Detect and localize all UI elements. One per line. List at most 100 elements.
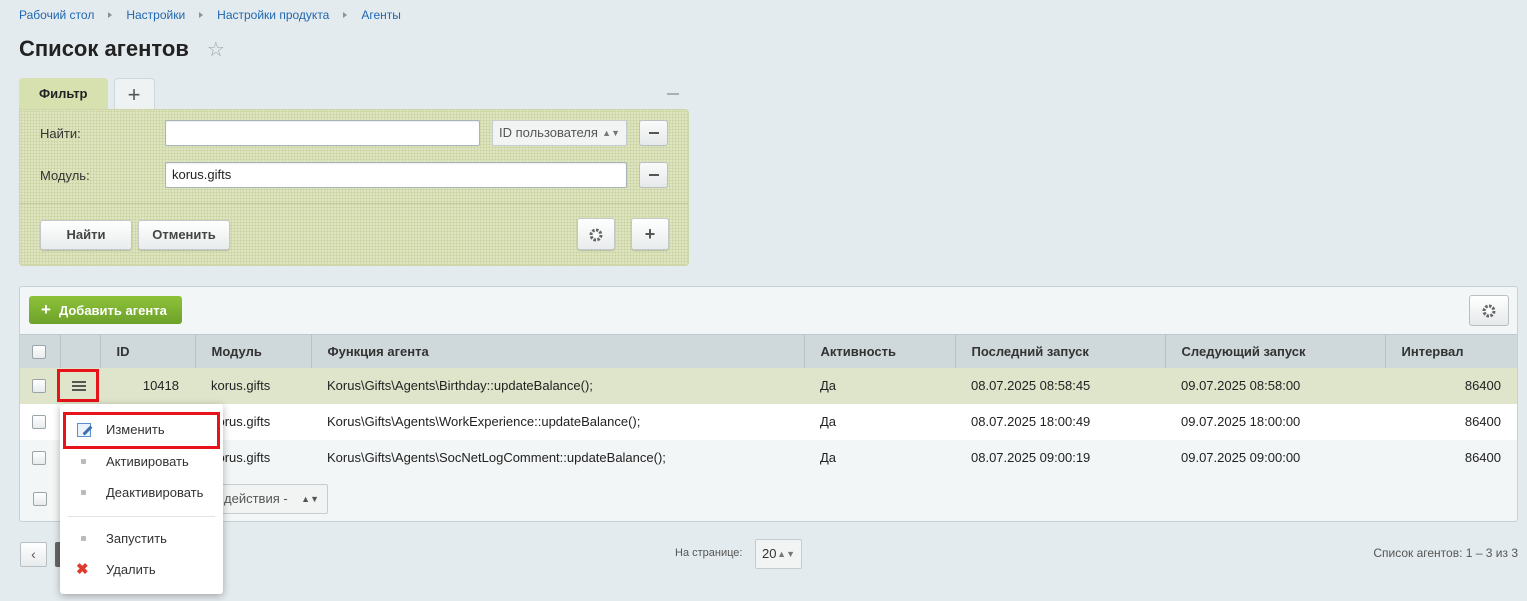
menu-item-deactivate[interactable]: Деактивировать [60,477,223,508]
agents-grid: + Добавить агента ID Модуль Функция агент… [19,286,1518,522]
breadcrumb-item[interactable]: Настройки [126,8,185,22]
row-checkbox[interactable] [32,415,46,430]
page-title-wrap: Список агентов ☆ [19,36,225,62]
menu-item-label: Удалить [106,562,156,577]
cancel-button[interactable]: Отменить [138,220,230,250]
column-header-id[interactable]: ID [100,334,196,368]
per-page-select[interactable]: 20 ▲▼ [755,539,802,569]
select-all-cell [20,334,61,368]
tab-filter[interactable]: Фильтр [19,78,108,109]
find-button[interactable]: Найти [40,220,132,250]
row-checkbox[interactable] [32,451,46,466]
menu-item-run[interactable]: Запустить [60,523,223,554]
table-row[interactable]: korus.gifts Korus\Gifts\Agents\SocNetLog… [20,439,1517,476]
breadcrumb-item[interactable]: Агенты [361,8,401,22]
column-header-function[interactable]: Функция агента [311,334,805,368]
star-icon[interactable]: ☆ [207,37,225,62]
add-agent-label: Добавить агента [58,303,167,318]
plus-icon: + [644,224,656,244]
cell-activity: Да [804,403,955,440]
column-header-last-run[interactable]: Последний запуск [955,334,1166,368]
plus-icon: + [41,300,51,319]
cell-function: Korus\Gifts\Agents\Birthday::updateBalan… [311,367,804,404]
menu-item-label: Запустить [106,531,167,546]
highlight-menu-button [57,369,99,402]
row-checkbox-cell [20,403,60,440]
page-title: Список агентов [19,36,189,61]
cell-module: korus.gifts [195,367,311,404]
find-input[interactable] [165,120,480,146]
grid-settings-button[interactable] [1469,295,1509,326]
cell-last-run: 08.07.2025 18:00:49 [955,403,1165,440]
select-arrow-icon: ▲▼ [777,549,795,559]
remove-module-field-button[interactable] [639,162,668,188]
table-header: ID Модуль Функция агента Активность Посл… [20,334,1517,368]
highlight-edit-item [63,412,220,449]
cell-next-run: 09.07.2025 18:00:00 [1165,403,1385,440]
find-label: Найти: [40,126,81,141]
plus-icon: + [127,82,141,107]
cell-function: Korus\Gifts\Agents\SocNetLogComment::upd… [311,439,804,476]
column-header-module[interactable]: Модуль [195,334,312,368]
bottom-select-all-checkbox[interactable] [33,492,47,506]
table-row[interactable]: korus.gifts Korus\Gifts\Agents\WorkExper… [20,403,1517,440]
breadcrumb-item[interactable]: Рабочий стол [19,8,94,22]
bullet-icon [81,490,86,495]
menu-item-delete[interactable]: ✖ Удалить [60,554,223,585]
bullet-icon [81,536,86,541]
chevron-right-icon [108,12,113,18]
chevron-right-icon [343,12,348,18]
prev-page-button[interactable]: ‹ [20,542,47,567]
menu-item-label: Активировать [106,454,189,469]
remove-find-field-button[interactable] [639,120,668,146]
filter-divider [20,203,688,204]
cell-next-run: 09.07.2025 08:58:00 [1165,367,1385,404]
column-header-activity[interactable]: Активность [804,334,956,368]
row-checkbox[interactable] [32,379,46,394]
module-input[interactable]: korus.gifts [165,162,627,188]
menu-divider [68,516,215,517]
cell-interval: 86400 [1385,403,1517,440]
cell-last-run: 08.07.2025 09:00:19 [955,439,1165,476]
chevron-right-icon [199,12,204,18]
collapse-filter-icon[interactable] [667,93,679,95]
cell-next-run: 09.07.2025 09:00:00 [1165,439,1385,476]
menu-item-label: Деактивировать [106,485,204,500]
chevron-left-icon: ‹ [31,546,36,562]
actions-header [60,334,101,368]
per-page-label: На странице: [675,547,743,559]
select-arrow-icon: ▲▼ [301,494,319,504]
total-count: Список агентов: 1 – 3 из 3 [1373,546,1518,560]
cell-function: Korus\Gifts\Agents\WorkExperience::updat… [311,403,804,440]
module-label: Модуль: [40,168,90,183]
bullet-icon [81,459,86,464]
breadcrumb: Рабочий стол Настройки Настройки продукт… [19,8,401,22]
add-agent-button[interactable]: + Добавить агента [29,296,182,324]
row-checkbox-cell [20,367,60,404]
gear-icon [1482,304,1496,318]
cell-interval: 86400 [1385,439,1517,476]
group-actions-select[interactable]: действия - ▲▼ [205,484,328,514]
menu-item-activate[interactable]: Активировать [60,446,223,477]
cell-activity: Да [804,439,955,476]
group-actions-value: действия - [224,491,288,506]
agents-table: ID Модуль Функция агента Активность Посл… [20,334,1517,476]
cell-id: 10418 [100,367,195,404]
filter-settings-button[interactable] [577,218,615,250]
delete-icon: ✖ [76,561,89,578]
add-filter-tab-button[interactable]: + [113,78,155,109]
cell-activity: Да [804,367,955,404]
select-all-checkbox[interactable] [32,345,46,360]
add-filter-field-button[interactable]: + [631,218,669,250]
breadcrumb-item[interactable]: Настройки продукта [217,8,329,22]
column-header-next-run[interactable]: Следующий запуск [1165,334,1386,368]
find-field-select[interactable]: ID пользователя ▲▼ [492,120,627,146]
per-page-value: 20 [762,546,777,561]
row-checkbox-cell [20,439,60,476]
cell-last-run: 08.07.2025 08:58:45 [955,367,1165,404]
filter-panel: Найти: ID пользователя ▲▼ Модуль: korus.… [19,109,689,266]
select-arrow-icon: ▲▼ [602,128,620,138]
column-header-interval[interactable]: Интервал [1385,334,1517,368]
table-row[interactable]: 10418 korus.gifts Korus\Gifts\Agents\Bir… [20,367,1517,404]
filter-tabs: Фильтр + [19,78,155,109]
